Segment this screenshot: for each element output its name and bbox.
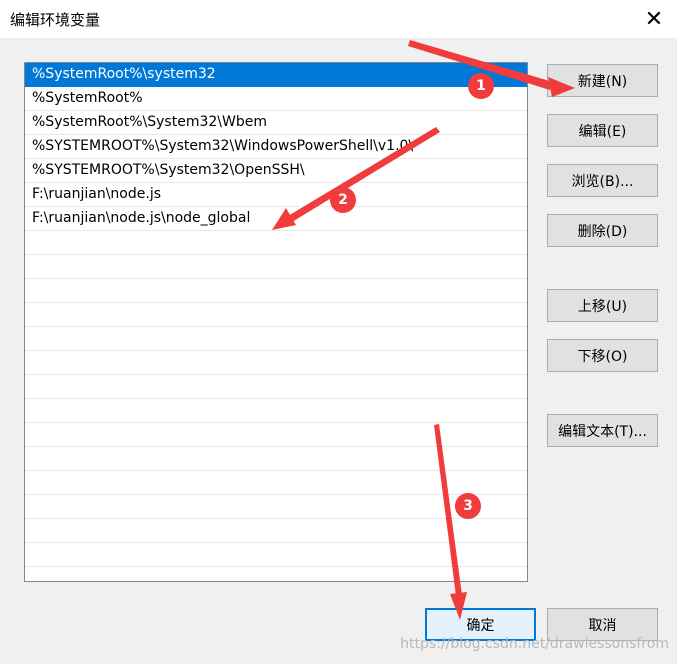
empty-list-row[interactable] xyxy=(25,231,527,255)
empty-list-row[interactable] xyxy=(25,351,527,375)
close-icon[interactable]: ✕ xyxy=(631,0,677,38)
watermark: https://blog.csdn.net/drawlessonsfrom xyxy=(400,636,669,652)
edit-button-label: 编辑(E) xyxy=(578,123,627,140)
path-list-item-text: %SystemRoot%\System32\Wbem xyxy=(32,114,267,130)
ok-button-label: 确定 xyxy=(466,617,495,634)
path-list[interactable]: %SystemRoot%\system32 %SystemRoot% %Syst… xyxy=(24,62,528,582)
dialog-title: 编辑环境变量 xyxy=(10,11,101,29)
edit-text-button[interactable]: 编辑文本(T)... xyxy=(547,414,658,447)
edit-environment-variable-dialog: 编辑环境变量 ✕ %SystemRoot%\system32 %SystemRo… xyxy=(0,0,677,664)
edit-text-button-label: 编辑文本(T)... xyxy=(558,423,647,440)
empty-list-row[interactable] xyxy=(25,399,527,423)
new-button-label: 新建(N) xyxy=(577,73,628,90)
path-list-item-text: %SYSTEMROOT%\System32\OpenSSH\ xyxy=(32,162,305,178)
path-list-item-text: F:\ruanjian\node.js\node_global xyxy=(32,210,251,226)
empty-list-row[interactable] xyxy=(25,447,527,471)
path-list-item-text: %SYSTEMROOT%\System32\WindowsPowerShell\… xyxy=(32,138,414,154)
browse-button[interactable]: 浏览(B)... xyxy=(547,164,658,197)
empty-list-row[interactable] xyxy=(25,543,527,567)
delete-button-label: 删除(D) xyxy=(577,223,628,240)
path-list-item-text: %SystemRoot%\system32 xyxy=(32,66,216,82)
title-bar: 编辑环境变量 ✕ xyxy=(0,0,677,38)
browse-button-label: 浏览(B)... xyxy=(571,173,634,190)
path-list-item-text: F:\ruanjian\node.js xyxy=(32,186,162,202)
move-down-button[interactable]: 下移(O) xyxy=(547,339,658,372)
edit-button[interactable]: 编辑(E) xyxy=(547,114,658,147)
new-button[interactable]: 新建(N) xyxy=(547,64,658,97)
empty-list-row[interactable] xyxy=(25,519,527,543)
path-list-item[interactable]: F:\ruanjian\node.js xyxy=(25,183,527,207)
move-up-button-label: 上移(U) xyxy=(577,298,628,315)
path-list-item[interactable]: %SystemRoot% xyxy=(25,87,527,111)
empty-list-row[interactable] xyxy=(25,303,527,327)
path-list-item[interactable]: %SYSTEMROOT%\System32\WindowsPowerShell\… xyxy=(25,135,527,159)
path-list-item[interactable]: %SystemRoot%\system32 xyxy=(25,63,527,87)
empty-list-row[interactable] xyxy=(25,471,527,495)
move-up-button[interactable]: 上移(U) xyxy=(547,289,658,322)
annotation-badge-1: 1 xyxy=(468,73,494,99)
empty-list-row[interactable] xyxy=(25,327,527,351)
empty-list-row[interactable] xyxy=(25,495,527,519)
annotation-badge-2: 2 xyxy=(330,187,356,213)
path-list-item-text: %SystemRoot% xyxy=(32,90,143,106)
empty-list-row[interactable] xyxy=(25,423,527,447)
annotation-badge-3: 3 xyxy=(455,493,481,519)
delete-button[interactable]: 删除(D) xyxy=(547,214,658,247)
empty-list-row[interactable] xyxy=(25,279,527,303)
move-down-button-label: 下移(O) xyxy=(577,348,628,365)
empty-list-row[interactable] xyxy=(25,255,527,279)
path-list-item[interactable]: %SystemRoot%\System32\Wbem xyxy=(25,111,527,135)
path-list-item[interactable]: F:\ruanjian\node.js\node_global xyxy=(25,207,527,231)
path-list-item[interactable]: %SYSTEMROOT%\System32\OpenSSH\ xyxy=(25,159,527,183)
cancel-button-label: 取消 xyxy=(588,617,617,634)
empty-list-row[interactable] xyxy=(25,375,527,399)
